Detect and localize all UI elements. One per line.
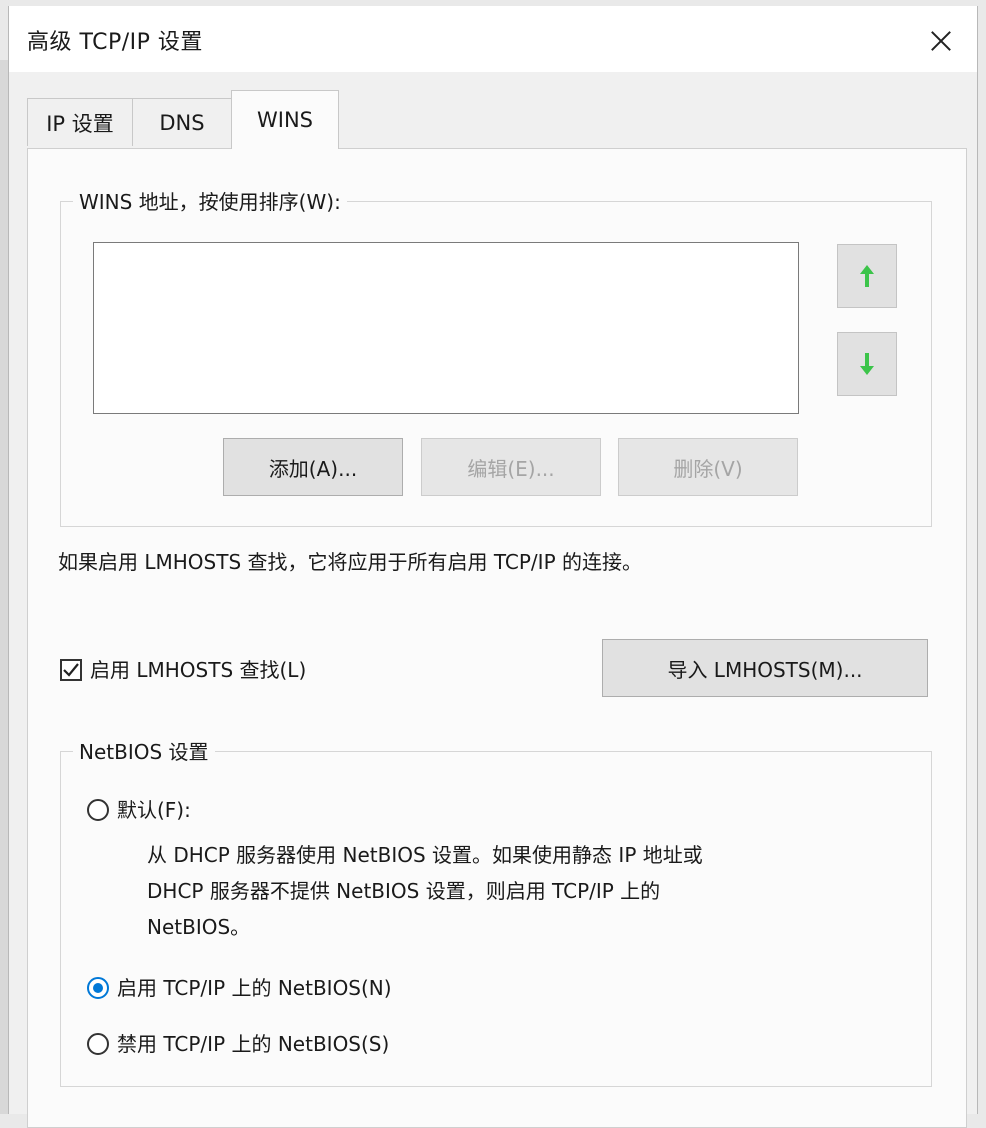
lmhosts-checkbox[interactable] <box>60 659 82 681</box>
netbios-group-label-text: NetBIOS 设置 <box>79 740 209 764</box>
edit-button-label: 编辑(E)... <box>467 456 555 481</box>
edit-button[interactable]: 编辑(E)... <box>421 438 601 496</box>
wins-group-label: WINS 地址，按使用排序(W): <box>73 186 347 215</box>
move-up-button[interactable] <box>837 244 897 308</box>
wins-tab-panel: WINS 地址，按使用排序(W): 添加(A)... 编辑(E)... 删除(V… <box>27 148 967 1128</box>
lmhosts-checkbox-label[interactable]: 启用 LMHOSTS 查找(L) <box>90 653 306 687</box>
advanced-tcpip-dialog: 高级 TCP/IP 设置 IP 设置 DNS WINS WINS 地址，按使用排… <box>8 6 978 1128</box>
tab-wins[interactable]: WINS <box>231 90 339 149</box>
wins-group-label-text: WINS 地址，按使用排序(W): <box>79 190 341 214</box>
wins-address-group: WINS 地址，按使用排序(W): 添加(A)... 编辑(E)... 删除(V… <box>60 186 932 527</box>
tab-label: DNS <box>159 110 205 135</box>
radio-netbios-disable[interactable] <box>87 1033 109 1055</box>
remove-button-label: 删除(V) <box>673 456 743 481</box>
radio-netbios-default[interactable] <box>87 799 109 821</box>
netbios-group-label: NetBIOS 设置 <box>73 736 215 765</box>
netbios-default-label[interactable]: 默认(F): <box>117 793 191 827</box>
netbios-disable-label[interactable]: 禁用 TCP/IP 上的 NetBIOS(S) <box>117 1027 389 1061</box>
remove-button[interactable]: 删除(V) <box>618 438 798 496</box>
tab-ip-settings[interactable]: IP 设置 <box>27 98 133 146</box>
title-bar: 高级 TCP/IP 设置 <box>9 6 977 72</box>
netbios-group: NetBIOS 设置 默认(F): 从 DHCP 服务器使用 NetBIOS 设… <box>60 736 932 1087</box>
add-button[interactable]: 添加(A)... <box>223 438 403 496</box>
tab-dns[interactable]: DNS <box>132 98 232 146</box>
add-button-label: 添加(A)... <box>268 456 358 481</box>
netbios-default-description-line: DHCP 服务器不提供 NetBIOS 设置，则启用 TCP/IP 上的 <box>147 879 661 903</box>
arrow-down-icon <box>860 353 874 375</box>
wins-address-list[interactable] <box>93 242 799 414</box>
import-lmhosts-label: 导入 LMHOSTS(M)... <box>667 657 863 682</box>
tab-label: IP 设置 <box>46 111 114 136</box>
tab-label: WINS <box>257 108 313 132</box>
lmhosts-info-text: 如果启用 LMHOSTS 查找，它将应用于所有启用 TCP/IP 的连接。 <box>58 550 642 574</box>
dialog-title: 高级 TCP/IP 设置 <box>27 30 203 55</box>
background-window-edge <box>0 60 8 1114</box>
netbios-default-description-line: 从 DHCP 服务器使用 NetBIOS 设置。如果使用静态 IP 地址或 <box>147 843 703 867</box>
netbios-default-description-line: NetBIOS。 <box>147 915 251 939</box>
netbios-enable-label[interactable]: 启用 TCP/IP 上的 NetBIOS(N) <box>117 971 392 1005</box>
close-icon[interactable] <box>919 18 963 62</box>
radio-netbios-enable[interactable] <box>87 977 109 999</box>
checkmark-icon <box>63 663 79 677</box>
arrow-up-icon <box>860 265 874 287</box>
move-down-button[interactable] <box>837 332 897 396</box>
import-lmhosts-button[interactable]: 导入 LMHOSTS(M)... <box>602 639 928 697</box>
